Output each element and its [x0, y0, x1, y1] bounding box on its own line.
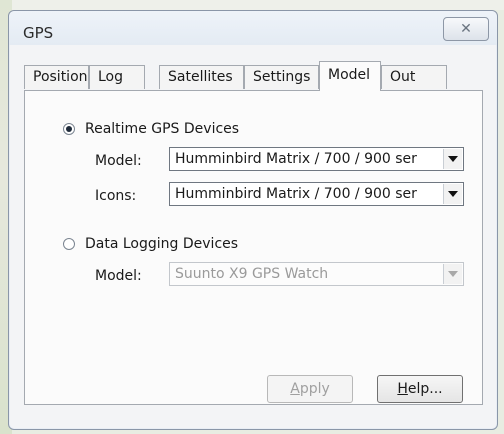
realtime-icons-value: Humminbird Matrix / 700 / 900 ser — [175, 186, 417, 202]
data-logging-model-label: Model: — [95, 268, 142, 284]
apply-button[interactable]: Apply — [267, 375, 353, 403]
chevron-down-icon[interactable] — [443, 184, 462, 204]
realtime-gps-radio[interactable] — [63, 123, 75, 135]
apply-mnemonic: A — [290, 381, 300, 397]
data-logging-radio[interactable] — [63, 238, 75, 250]
data-logging-model-value: Suunto X9 GPS Watch — [175, 266, 329, 282]
realtime-icons-label: Icons: — [95, 188, 137, 204]
tab-out[interactable]: Out — [381, 65, 447, 89]
close-icon: ✕ — [460, 21, 472, 37]
window-title: GPS — [23, 24, 54, 42]
help-mnemonic: H — [397, 381, 408, 397]
data-logging-radio-option[interactable]: Data Logging Devices — [63, 236, 238, 252]
realtime-model-dropdown[interactable]: Humminbird Matrix / 700 / 900 ser — [169, 147, 464, 171]
help-button[interactable]: Help... — [377, 375, 463, 403]
chevron-down-icon[interactable] — [443, 264, 462, 284]
tab-log[interactable]: Log — [89, 65, 145, 89]
tab-model[interactable]: Model — [319, 61, 381, 91]
data-logging-model-dropdown[interactable]: Suunto X9 GPS Watch — [169, 262, 464, 286]
realtime-gps-label: Realtime GPS Devices — [85, 121, 240, 137]
apply-label-rest: pply — [299, 381, 330, 397]
tab-position[interactable]: Position — [24, 65, 89, 89]
realtime-model-label: Model: — [95, 153, 142, 169]
realtime-icons-dropdown[interactable]: Humminbird Matrix / 700 / 900 ser — [169, 182, 464, 206]
gps-dialog: GPS ✕ Position Log Satellites Settings M… — [8, 10, 498, 430]
title-bar[interactable]: GPS ✕ — [9, 11, 497, 45]
model-tab-panel: Realtime GPS Devices Model: Humminbird M… — [24, 90, 483, 405]
data-logging-label: Data Logging Devices — [85, 236, 239, 252]
realtime-gps-radio-option[interactable]: Realtime GPS Devices — [63, 121, 239, 137]
chevron-down-icon[interactable] — [443, 149, 462, 169]
realtime-model-value: Humminbird Matrix / 700 / 900 ser — [175, 151, 417, 167]
close-button[interactable]: ✕ — [443, 17, 489, 41]
tab-settings[interactable]: Settings — [244, 65, 319, 89]
help-label-rest: elp... — [407, 381, 443, 397]
tab-satellites[interactable]: Satellites — [159, 65, 244, 89]
desktop-background-top — [0, 0, 504, 10]
